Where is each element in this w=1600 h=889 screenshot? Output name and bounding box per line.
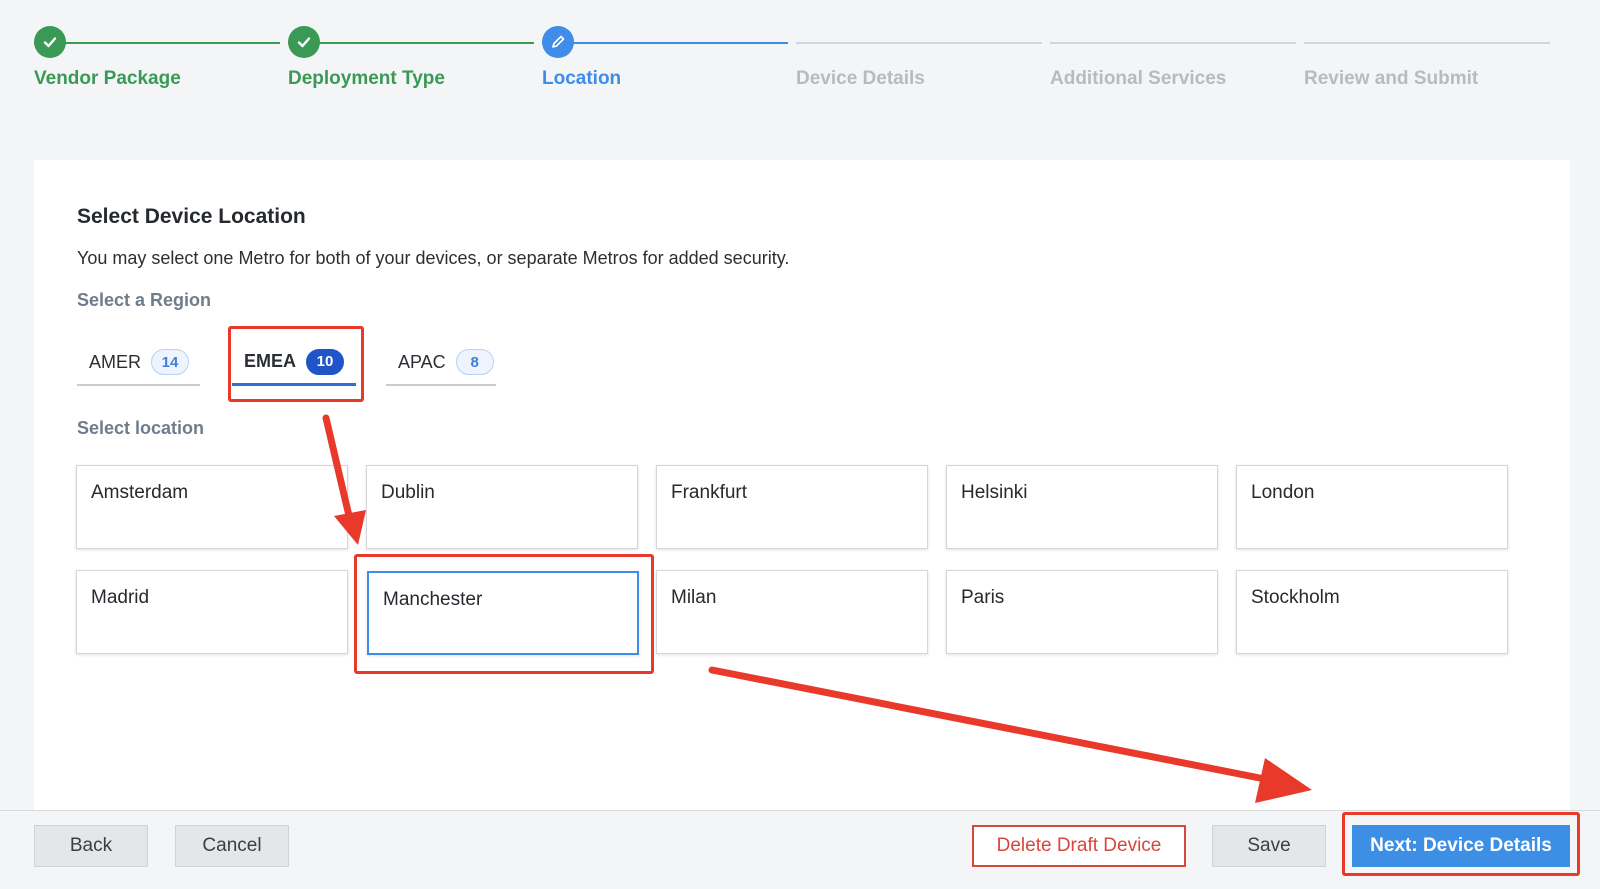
check-icon bbox=[288, 26, 320, 58]
region-tab-apac[interactable]: APAC 8 bbox=[386, 340, 496, 386]
step-connector bbox=[1304, 42, 1550, 44]
step-label: Vendor Package bbox=[34, 68, 181, 89]
location-option-stockholm[interactable]: Stockholm bbox=[1236, 570, 1508, 654]
check-icon bbox=[34, 26, 66, 58]
delete-draft-device-button[interactable]: Delete Draft Device bbox=[972, 825, 1186, 867]
step-label: Device Details bbox=[796, 68, 925, 89]
region-tab-amer[interactable]: AMER 14 bbox=[77, 340, 200, 386]
progress-stepper: Vendor Package Deployment Type Location … bbox=[0, 0, 1600, 110]
location-option-london[interactable]: London bbox=[1236, 465, 1508, 549]
step-device-details: Device Details bbox=[796, 26, 1046, 96]
step-label: Review and Submit bbox=[1304, 68, 1479, 89]
step-connector bbox=[288, 42, 534, 44]
location-option-amsterdam[interactable]: Amsterdam bbox=[76, 465, 348, 549]
location-option-label: London bbox=[1251, 482, 1315, 503]
location-option-label: Stockholm bbox=[1251, 587, 1340, 608]
step-label: Deployment Type bbox=[288, 68, 445, 89]
step-label: Location bbox=[542, 68, 622, 89]
location-option-label: Amsterdam bbox=[91, 482, 189, 503]
step-deployment-type[interactable]: Deployment Type bbox=[288, 26, 538, 96]
step-connector bbox=[542, 42, 788, 44]
region-tab-label: APAC bbox=[398, 351, 446, 372]
save-button[interactable]: Save bbox=[1212, 825, 1326, 867]
footer-actions-bar: Back Cancel Delete Draft Device Save Nex… bbox=[0, 810, 1600, 889]
location-option-label: Dublin bbox=[381, 482, 435, 503]
location-option-label: Madrid bbox=[91, 587, 150, 608]
location-option-label: Paris bbox=[961, 587, 1005, 608]
region-count-badge: 14 bbox=[151, 349, 190, 375]
location-label: Select location bbox=[77, 418, 205, 438]
region-label: Select a Region bbox=[77, 290, 212, 310]
location-option-helsinki[interactable]: Helsinki bbox=[946, 465, 1218, 549]
cancel-button[interactable]: Cancel bbox=[175, 825, 289, 867]
region-count-badge: 10 bbox=[306, 348, 345, 375]
step-label: Additional Services bbox=[1050, 68, 1227, 89]
region-count-badge: 8 bbox=[455, 349, 494, 375]
location-option-manchester[interactable]: Manchester bbox=[367, 571, 639, 655]
back-button[interactable]: Back bbox=[34, 825, 148, 867]
region-tab-emea[interactable]: EMEA 10 bbox=[232, 340, 356, 386]
step-connector bbox=[796, 42, 1042, 44]
location-option-madrid[interactable]: Madrid bbox=[76, 570, 348, 654]
step-review-and-submit: Review and Submit bbox=[1304, 26, 1554, 96]
location-option-paris[interactable]: Paris bbox=[946, 570, 1218, 654]
section-title: Select Device Location bbox=[77, 205, 306, 228]
step-vendor-package[interactable]: Vendor Package bbox=[34, 26, 284, 96]
location-option-frankfurt[interactable]: Frankfurt bbox=[656, 465, 928, 549]
location-option-label: Manchester bbox=[383, 589, 483, 610]
step-connector bbox=[1050, 42, 1296, 44]
location-option-milan[interactable]: Milan bbox=[656, 570, 928, 654]
location-option-dublin[interactable]: Dublin bbox=[366, 465, 638, 549]
next-device-details-button[interactable]: Next: Device Details bbox=[1352, 825, 1570, 867]
region-tab-label: EMEA bbox=[244, 351, 297, 371]
step-connector bbox=[34, 42, 280, 44]
location-card: Select Device Location You may select on… bbox=[34, 160, 1570, 810]
pencil-icon bbox=[542, 26, 574, 58]
location-option-label: Milan bbox=[671, 587, 717, 608]
region-tab-label: AMER bbox=[89, 351, 142, 372]
section-description: You may select one Metro for both of you… bbox=[77, 248, 790, 268]
location-option-label: Helsinki bbox=[961, 482, 1028, 503]
location-option-label: Frankfurt bbox=[671, 482, 748, 503]
step-location[interactable]: Location bbox=[542, 26, 792, 96]
step-additional-services: Additional Services bbox=[1050, 26, 1300, 96]
